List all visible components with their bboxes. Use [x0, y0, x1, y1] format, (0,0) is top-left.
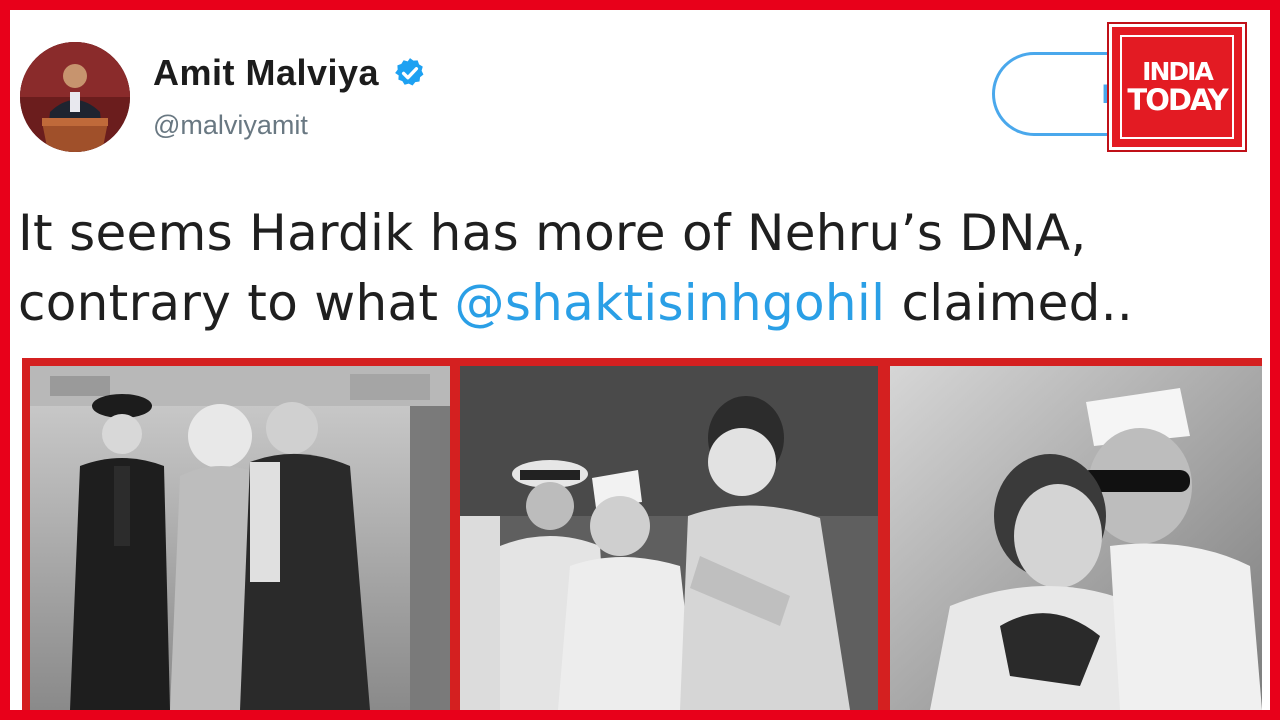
author-row: Amit Malviya	[153, 52, 427, 94]
verified-badge-icon	[395, 58, 424, 86]
author-display-name[interactable]: Amit Malviya	[153, 52, 379, 94]
author-handle[interactable]: @malviyamit	[153, 110, 308, 141]
logo-text-line2: TODAY	[1127, 83, 1228, 117]
logo-text-line1: INDIA	[1142, 57, 1214, 86]
avatar[interactable]	[20, 42, 130, 152]
tweet-text-line2a: contrary to what	[18, 274, 455, 332]
tweet-frame: Amit Malviya @malviyamit Fol INDIA TODAY…	[10, 10, 1270, 710]
tweet-text-line2b: claimed..	[885, 274, 1134, 332]
photo-collage[interactable]	[22, 358, 1262, 710]
tweet-text: It seems Hardik has more of Nehru’s DNA,…	[18, 198, 1268, 338]
collage-photo-2[interactable]	[460, 366, 878, 710]
tweet-text-line1: It seems Hardik has more of Nehru’s DNA,	[18, 204, 1087, 262]
collage-photo-3[interactable]	[890, 366, 1262, 710]
india-today-logo: INDIA TODAY	[1107, 22, 1247, 152]
mention-link[interactable]: @shaktisinhgohil	[455, 274, 886, 332]
collage-photo-1[interactable]	[30, 366, 450, 710]
